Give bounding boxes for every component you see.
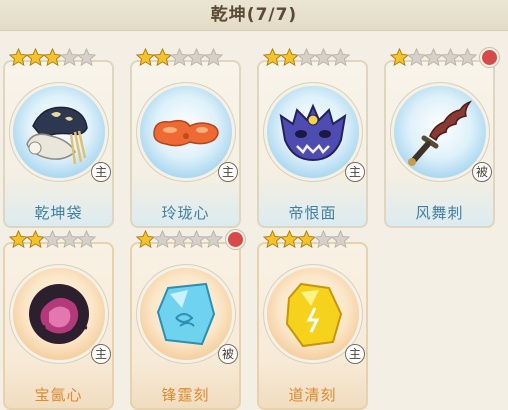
star-empty-icon — [77, 48, 96, 67]
star-empty-icon — [204, 48, 223, 67]
item-name: 道清刻 — [288, 386, 337, 404]
item-name: 锋霆刻 — [161, 386, 210, 404]
star-rating — [136, 230, 223, 252]
item-icon-frame — [266, 86, 359, 178]
orange-heart-icon — [152, 119, 219, 147]
yellow-stone-icon — [285, 282, 342, 348]
dagger-icon — [407, 100, 472, 166]
demon-mask-icon — [279, 103, 346, 162]
item-card-dihenmian[interactable]: 主 帝恨面 — [257, 48, 368, 228]
star-empty-icon — [458, 48, 477, 67]
star-rating — [263, 230, 350, 252]
skill-type-badge: 主 — [218, 162, 238, 182]
item-name: 乾坤袋 — [34, 204, 83, 222]
star-rating — [9, 48, 96, 70]
item-icon-frame — [12, 86, 105, 178]
star-empty-icon — [77, 230, 96, 249]
item-grid: 主 乾坤袋 主 玲珑心 主 帝恨面 被 风舞刺 主 宝氤心 被 锋霆刻 主 道清… — [0, 0, 508, 410]
item-card-qiankundai[interactable]: 主 乾坤袋 — [3, 48, 114, 228]
skill-type-badge: 被 — [218, 344, 238, 364]
notification-dot — [226, 230, 245, 249]
item-card-linglongxin[interactable]: 主 玲珑心 — [130, 48, 241, 228]
skill-type-badge: 主 — [345, 162, 365, 182]
bag-icon — [25, 106, 88, 165]
item-card-baoyinxin[interactable]: 主 宝氤心 — [3, 230, 114, 410]
skill-type-badge: 主 — [345, 344, 365, 364]
item-icon-frame — [12, 268, 105, 360]
item-card-fengwuci[interactable]: 被 风舞刺 — [384, 48, 499, 228]
item-card-fengtingke[interactable]: 被 锋霆刻 — [130, 230, 245, 410]
star-rating — [390, 48, 477, 70]
item-icon-frame — [266, 268, 359, 360]
item-name: 风舞刺 — [415, 204, 464, 222]
star-empty-icon — [331, 48, 350, 67]
item-icon-frame — [393, 86, 486, 178]
star-rating — [9, 230, 96, 252]
item-name: 玲珑心 — [161, 204, 210, 222]
item-name: 帝恨面 — [288, 204, 337, 222]
item-name: 宝氤心 — [34, 386, 83, 404]
star-rating — [263, 48, 350, 70]
star-empty-icon — [331, 230, 350, 249]
star-empty-icon — [204, 230, 223, 249]
notification-dot — [480, 48, 499, 67]
skill-type-badge: 被 — [472, 162, 492, 182]
blue-crystal-icon — [156, 282, 215, 346]
purple-orb-icon — [28, 284, 89, 344]
skill-type-badge: 主 — [91, 162, 111, 182]
item-card-daoqingke[interactable]: 主 道清刻 — [257, 230, 368, 410]
item-icon-frame — [139, 268, 232, 360]
star-rating — [136, 48, 223, 70]
item-icon-frame — [139, 86, 232, 178]
skill-type-badge: 主 — [91, 344, 111, 364]
